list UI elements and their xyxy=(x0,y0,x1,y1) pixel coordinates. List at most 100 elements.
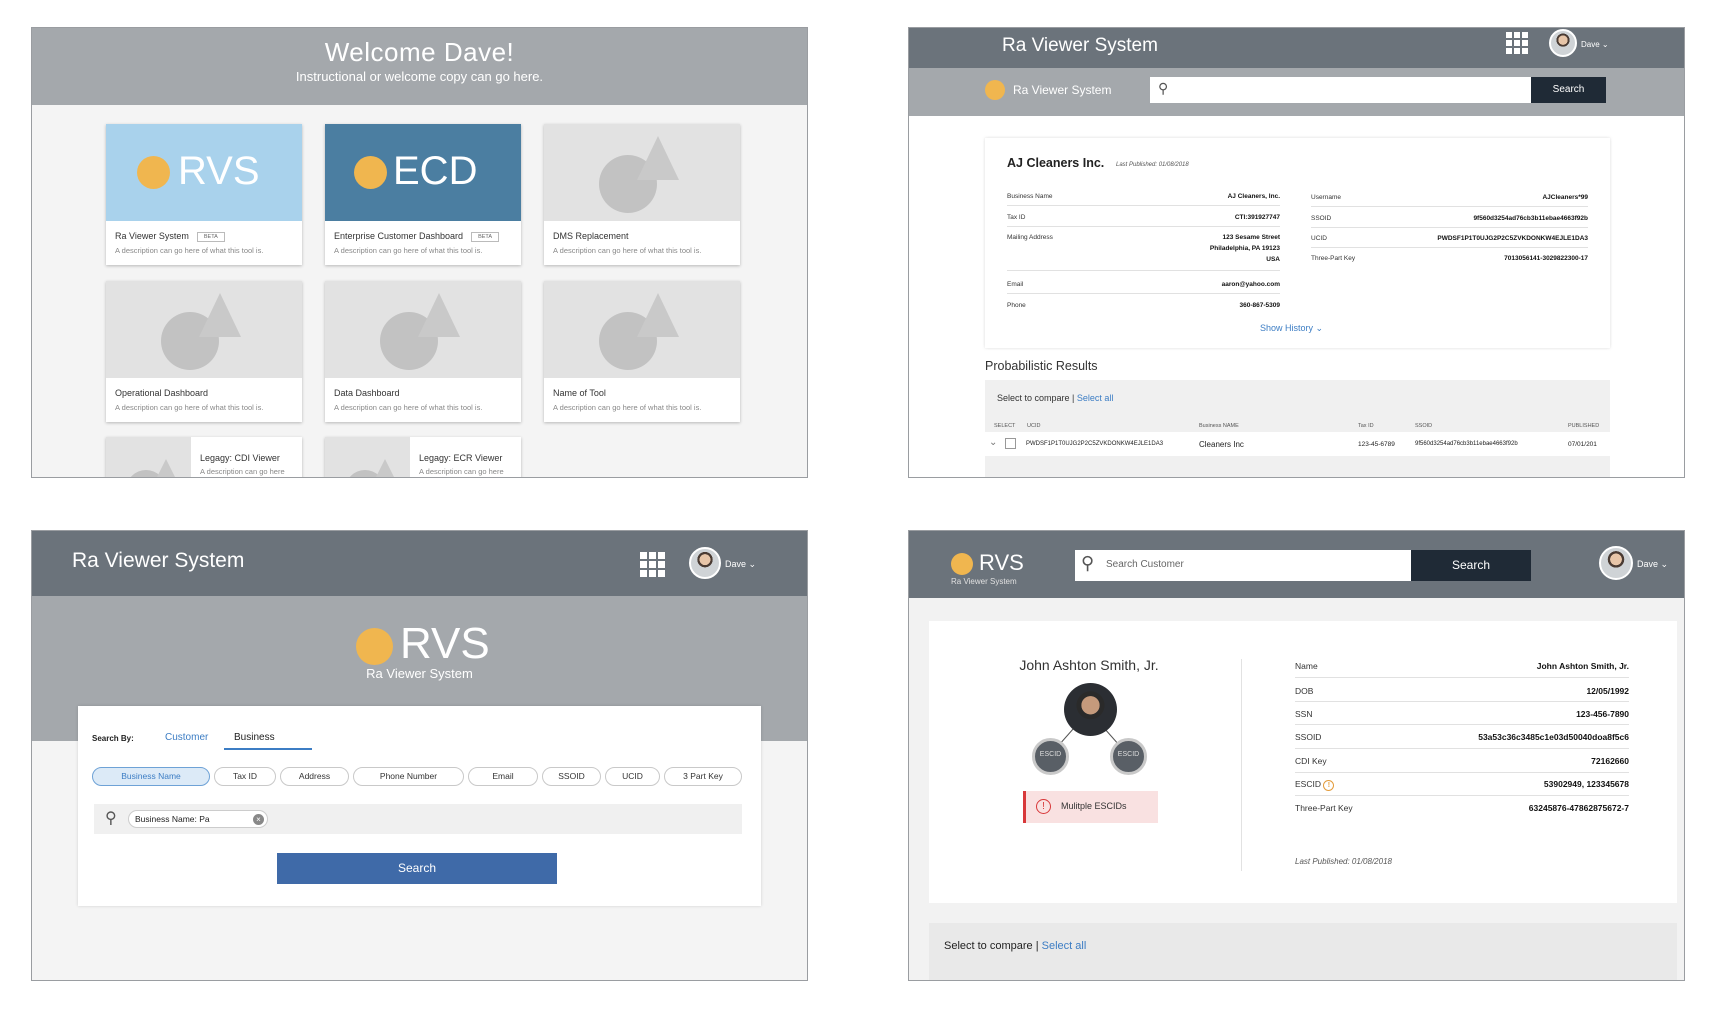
tool-card-desc: A description can go here of what this t… xyxy=(334,246,483,255)
chip-phone-number[interactable]: Phone Number xyxy=(353,767,464,786)
customer-avatar xyxy=(1064,683,1117,736)
legacy-card-name: Legagy: ECR Viewer xyxy=(419,453,503,463)
placeholder-thumbnail xyxy=(544,124,740,221)
app-title: Ra Viewer System xyxy=(72,549,245,572)
tool-card-name: Data Dashboard xyxy=(334,388,400,398)
field-label: Email xyxy=(1007,281,1024,288)
col-select: SELECT xyxy=(994,423,1016,429)
field-value: 123-456-7890 xyxy=(1576,709,1629,719)
legacy-card-cdi[interactable]: Legagy: CDI Viewer A description can go … xyxy=(106,437,302,477)
welcome-subtitle: Instructional or welcome copy can go her… xyxy=(295,69,544,84)
chevron-down-icon[interactable]: ⌄ xyxy=(989,437,997,448)
placeholder-thumbnail xyxy=(106,437,191,477)
search-button[interactable]: Search xyxy=(1531,77,1606,103)
tool-card-desc: A description can go here of what this t… xyxy=(334,403,483,412)
user-menu[interactable]: Dave ⌄ xyxy=(1581,40,1609,49)
tool-card-name: Name of Tool xyxy=(553,388,606,398)
placeholder-triangle-icon xyxy=(637,293,679,337)
search-input[interactable]: ⚲ xyxy=(1150,77,1531,103)
ecd-logo-text: ECD xyxy=(393,149,478,193)
search-button[interactable]: Search xyxy=(1411,550,1531,581)
apps-grid-icon[interactable] xyxy=(640,552,665,577)
legacy-card-desc: A description can go here xyxy=(200,467,285,476)
chevron-down-icon: ⌄ xyxy=(1660,559,1669,569)
search-by-label: Search By: xyxy=(92,734,134,743)
chip-3-part-key[interactable]: 3 Part Key xyxy=(664,767,742,786)
clear-token-icon[interactable]: × xyxy=(253,814,264,825)
row-published: 07/01/201 xyxy=(1568,441,1597,448)
tool-card-ecd[interactable]: ECD Enterprise Customer Dashboard BETA A … xyxy=(325,124,521,265)
field-value: 63245876-47862875672-7 xyxy=(1528,803,1629,813)
row-checkbox[interactable] xyxy=(1005,438,1016,449)
field-value: 7013056141-3029822300-17 xyxy=(1504,255,1588,262)
placeholder-triangle-icon xyxy=(418,293,460,337)
placeholder-thumbnail xyxy=(106,281,302,378)
tab-customer[interactable]: Customer xyxy=(165,732,208,743)
last-published: Last Published: 01/08/2018 xyxy=(1295,857,1392,866)
chip-ssoid[interactable]: SSOID xyxy=(542,767,601,786)
alert-text: Mulitple ESCIDs xyxy=(1061,801,1127,811)
chip-tax-id[interactable]: Tax ID xyxy=(214,767,276,786)
tool-card-rvs[interactable]: RVS Ra Viewer System BETA A description c… xyxy=(106,124,302,265)
field-label: DOB xyxy=(1295,686,1314,696)
show-history-link[interactable]: Show History ⌄ xyxy=(1260,323,1323,334)
placeholder-thumbnail xyxy=(325,281,521,378)
divider xyxy=(1241,659,1242,871)
field-value: aaron@yahoo.com xyxy=(1221,281,1280,288)
tool-card-desc: A description can go here of what this t… xyxy=(115,403,264,412)
user-menu[interactable]: Dave ⌄ xyxy=(725,559,756,570)
field-value: 72162660 xyxy=(1591,756,1629,766)
legacy-card-desc: A description can go here xyxy=(419,467,504,476)
sun-icon xyxy=(951,553,973,575)
tool-card-name: Enterprise Customer Dashboard BETA xyxy=(334,231,500,242)
brand-name: Ra Viewer System xyxy=(1013,83,1112,97)
chip-address[interactable]: Address xyxy=(280,767,349,786)
multiple-escids-alert: ! Mulitple ESCIDs xyxy=(1023,791,1158,823)
info-icon[interactable]: ! xyxy=(1323,780,1335,791)
escid-node[interactable]: ESCID xyxy=(1110,738,1147,775)
legacy-card-ecr[interactable]: Legagy: ECR Viewer A description can go … xyxy=(325,437,521,477)
tool-card-name: Ra Viewer System BETA xyxy=(115,231,225,242)
search-card: Search By: Customer Business Business Na… xyxy=(78,706,761,906)
search-token[interactable]: Business Name: Pa × xyxy=(128,810,268,828)
field-value: 123 Sesame Street xyxy=(1222,234,1280,241)
field-label: Tax ID xyxy=(1007,214,1026,221)
avatar[interactable] xyxy=(1599,546,1633,580)
row-ucid: PWDSF1P1T0UJG2P2C5ZVKDONKW4EJLE1DA3 xyxy=(1026,441,1164,447)
avatar[interactable] xyxy=(689,547,721,579)
select-all-link[interactable]: Select all xyxy=(1042,940,1087,952)
placeholder-thumbnail xyxy=(544,281,740,378)
search-placeholder: Search Customer xyxy=(1106,559,1184,570)
tab-business[interactable]: Business xyxy=(234,732,275,743)
tool-card-desc: A description can go here of what this t… xyxy=(553,246,702,255)
chip-ucid[interactable]: UCID xyxy=(605,767,660,786)
welcome-header: Welcome Dave! Instructional or welcome c… xyxy=(32,28,807,105)
escid-node[interactable]: ESCID xyxy=(1032,738,1069,775)
customer-name: John Ashton Smith, Jr. xyxy=(1019,657,1159,673)
select-all-link[interactable]: Select all xyxy=(1077,393,1114,403)
tool-card-generic[interactable]: Name of Tool A description can go here o… xyxy=(544,281,740,422)
field-label: Three-Part Key xyxy=(1311,255,1356,262)
ecd-thumbnail: ECD xyxy=(325,124,521,221)
app-title: Ra Viewer System xyxy=(1002,35,1158,56)
probabilistic-results-title: Probabilistic Results xyxy=(985,359,1098,373)
select-compare: Select to compare | Select all xyxy=(997,393,1114,403)
table-row[interactable]: ⌄ PWDSF1P1T0UJG2P2C5ZVKDONKW4EJLE1DA3 Cl… xyxy=(985,432,1610,456)
search-input[interactable]: ⚲ Search Customer xyxy=(1075,550,1411,581)
search-button[interactable]: Search xyxy=(277,853,557,884)
avatar[interactable] xyxy=(1549,29,1577,57)
chip-email[interactable]: Email xyxy=(468,767,538,786)
tool-card-data[interactable]: Data Dashboard A description can go here… xyxy=(325,281,521,422)
results-table: Select to compare | Select all SELECT UC… xyxy=(985,380,1610,477)
field-label: Phone xyxy=(1007,302,1026,309)
apps-grid-icon[interactable] xyxy=(1506,32,1528,54)
tool-card-dms[interactable]: DMS Replacement A description can go her… xyxy=(544,124,740,265)
sun-icon xyxy=(137,156,170,189)
search-icon: ⚲ xyxy=(105,810,117,827)
chip-business-name[interactable]: Business Name xyxy=(92,767,210,786)
user-menu[interactable]: Dave ⌄ xyxy=(1637,559,1668,570)
search-icon: ⚲ xyxy=(1158,80,1169,96)
field-value: AJCleaners*99 xyxy=(1542,194,1588,201)
search-input[interactable]: ⚲ Business Name: Pa × xyxy=(94,804,742,834)
tool-card-operational[interactable]: Operational Dashboard A description can … xyxy=(106,281,302,422)
